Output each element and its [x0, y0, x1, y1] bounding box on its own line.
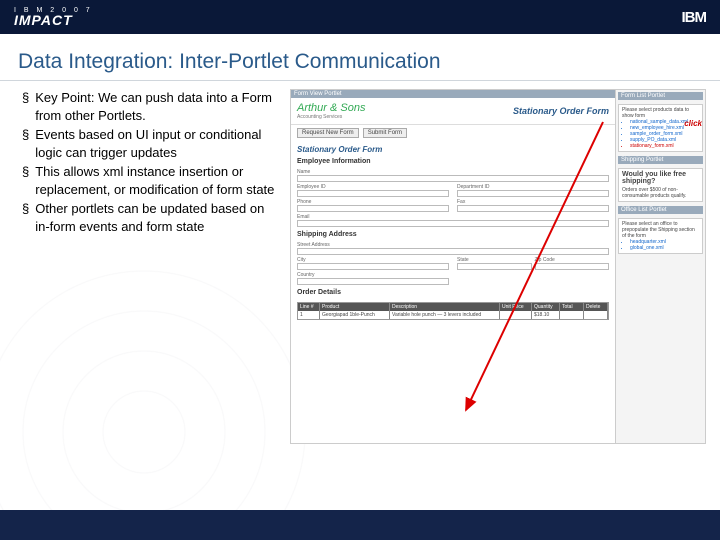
section-form-title: Stationary Order Form	[291, 141, 615, 156]
side-panel3: Please select an office to prepopulate t…	[618, 218, 703, 254]
side-panel3-header: Office List Portlet	[618, 206, 703, 214]
slide-title: Data Integration: Inter-Portlet Communic…	[0, 34, 720, 81]
th-total: Total	[560, 303, 584, 311]
input-state[interactable]	[457, 263, 532, 270]
main-portlet: Form View Portlet Arthur & Sons Accounti…	[291, 90, 615, 443]
th-product: Product	[320, 303, 390, 311]
main-panel-header: Form View Portlet	[291, 90, 615, 98]
bullet-item: Events based on UI input or conditional …	[22, 126, 282, 161]
bullet-item: Other portlets can be updated based on i…	[22, 200, 282, 235]
bullet-item: Key Point: We can push data into a Form …	[22, 89, 282, 124]
company-logo: Arthur & Sons Accounting Services	[297, 102, 365, 120]
order-table: Line # Product Description Unit Price Qu…	[297, 302, 609, 320]
th-line: Line #	[298, 303, 320, 311]
th-desc: Description	[390, 303, 500, 311]
side-panel1: Please select products data to show form…	[618, 104, 703, 152]
content-row: Key Point: We can push data into a Form …	[0, 81, 720, 444]
input-empid[interactable]	[297, 190, 449, 197]
th-price: Unit Price	[500, 303, 532, 311]
input-zip[interactable]	[535, 263, 610, 270]
input-name[interactable]	[297, 175, 609, 182]
header-bar: I B M 2 0 0 7 IMPACT IBM	[0, 0, 720, 34]
bullet-item: This allows xml instance insertion or re…	[22, 163, 282, 198]
th-qty: Quantity	[532, 303, 560, 311]
impact-logo: I B M 2 0 0 7 IMPACT	[14, 7, 93, 28]
footer-bar	[0, 510, 720, 540]
screenshot-mock: Form View Portlet Arthur & Sons Accounti…	[290, 89, 706, 444]
input-email[interactable]	[297, 220, 609, 227]
input-country[interactable]	[297, 278, 449, 285]
section-emp: Employee Information	[291, 156, 615, 167]
input-phone[interactable]	[297, 205, 449, 212]
side-panel1-header: Form List Portlet	[618, 92, 703, 100]
form-title-top: Stationary Order Form	[513, 106, 609, 116]
table-row: 1 Georgiapad 1ble-Punch Variable hole pu…	[298, 311, 608, 319]
submit-button[interactable]: Submit Form	[363, 128, 407, 138]
side-portlets: Form List Portlet Please select products…	[615, 90, 705, 443]
input-deptid[interactable]	[457, 190, 609, 197]
input-street[interactable]	[297, 248, 609, 255]
th-del: Delete	[584, 303, 608, 311]
list-item[interactable]: global_one.xml	[630, 245, 699, 251]
side-panel2: Would you like free shipping? Orders ove…	[618, 168, 703, 202]
request-button[interactable]: Request New Form	[297, 128, 359, 138]
input-city[interactable]	[297, 263, 449, 270]
bullet-list: Key Point: We can push data into a Form …	[22, 89, 282, 444]
side-panel2-header: Shipping Portlet	[618, 156, 703, 164]
brand-name: IMPACT	[14, 12, 73, 28]
section-ship: Shipping Address	[291, 229, 615, 240]
ibm-logo: IBM	[682, 9, 707, 26]
section-order: Order Details	[291, 287, 615, 298]
list-item[interactable]: stationary_form.xml	[630, 143, 699, 149]
click-annotation: click	[684, 119, 702, 128]
input-fax[interactable]	[457, 205, 609, 212]
